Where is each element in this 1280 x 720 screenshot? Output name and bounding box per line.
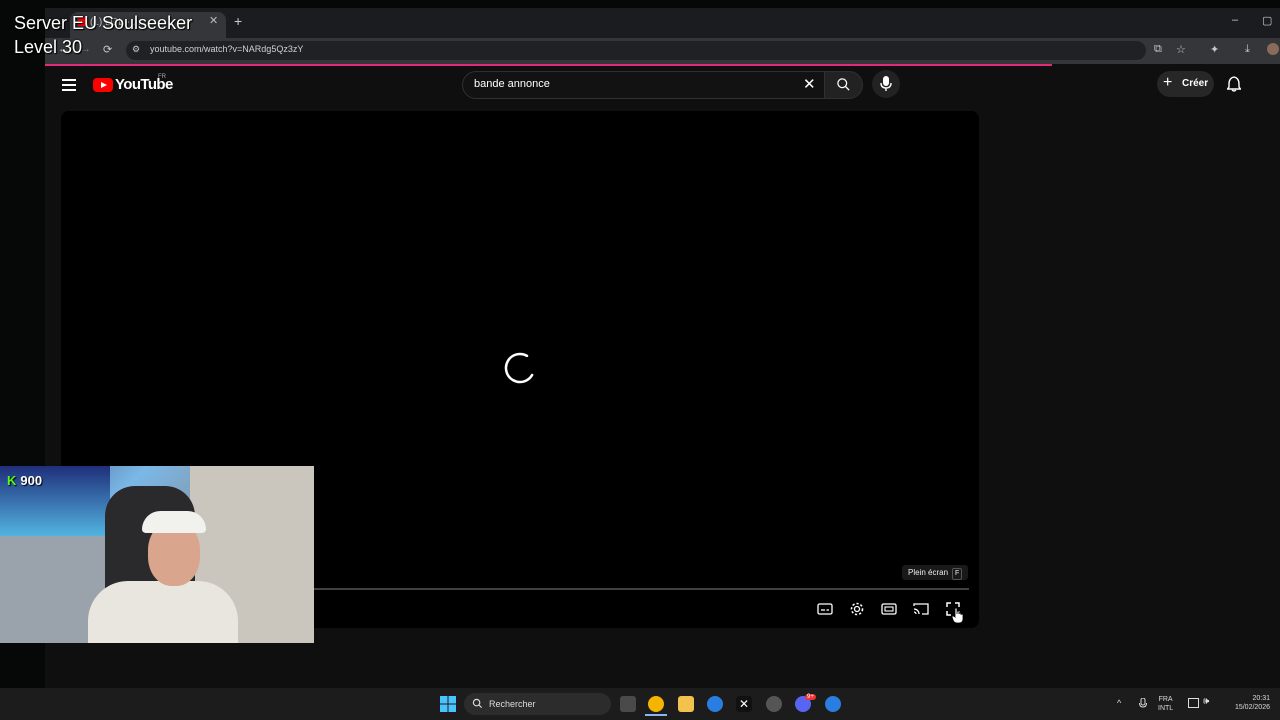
discord-notification-badge: 9+ [805,694,816,700]
site-info-icon[interactable]: ⚙ [132,44,140,55]
profile-avatar[interactable] [1267,43,1279,55]
kick-logo-icon: K [7,473,17,488]
subtitles-icon[interactable] [817,601,833,617]
language-code: FRA [1158,696,1173,703]
country-code: FR [158,74,166,80]
plus-icon: + [1163,74,1173,91]
tab-strip [45,8,1280,38]
taskbar-search[interactable] [464,693,611,715]
theater-mode-icon[interactable] [881,601,897,617]
webcam-person-hoodie [88,581,238,643]
tooltip-shortcut-key: F [952,568,963,580]
voice-search-button[interactable] [872,70,900,98]
clock-time: 20:31 [1252,695,1270,702]
network-icon[interactable] [1188,698,1199,708]
cast-icon[interactable] [913,601,929,617]
tab-close-icon[interactable]: ✕ [209,14,218,27]
desktop-background [0,0,1280,8]
taskbar-search-label: Rechercher [489,699,536,709]
kick-viewer-badge: K 900 [7,473,42,488]
video-progress-bar[interactable] [313,588,969,590]
fullscreen-tooltip: Plein écran F [902,565,969,580]
show-hidden-icons-icon[interactable]: ^ [1117,698,1121,708]
menu-icon[interactable] [62,79,76,94]
tooltip-label: Plein écran [908,568,949,577]
microphone-icon [880,76,892,91]
create-button-label: Créer [1182,78,1209,89]
bookmark-star-icon[interactable]: ☆ [1176,43,1186,56]
taskbar [0,688,1280,720]
language-indicator[interactable]: FRA INTL [1158,695,1173,713]
extensions-icon[interactable]: ✦ [1210,43,1219,56]
download-icon[interactable]: ⤓ [1245,43,1250,56]
app-icon-blue[interactable] [825,696,841,712]
loading-spinner-icon [504,352,534,384]
webcam-person-cap [142,511,206,533]
chrome-icon[interactable] [648,696,664,712]
clear-search-icon[interactable]: ✕ [803,75,816,93]
file-explorer-icon[interactable] [678,696,694,712]
taskbar-search-icon [472,698,483,709]
clock-date: 15/02/2026 [1234,704,1270,711]
chrome-active-indicator [645,714,667,716]
tray-microphone-icon[interactable] [1139,698,1147,710]
youtube-play-glyph [101,82,107,88]
reload-icon[interactable]: ⟳ [103,43,112,56]
webcam-overlay [0,466,314,643]
notifications-bell-icon[interactable] [1227,76,1241,92]
new-tab-icon[interactable]: + [234,13,242,29]
keyboard-layout: INTL [1158,705,1174,712]
capcut-icon[interactable]: ✕ [736,696,752,712]
hand-cursor-icon [951,607,964,624]
windows-start-icon[interactable] [440,696,456,712]
server-overlay-text: Server EU Soulseeker [14,13,193,33]
search-button[interactable] [824,71,863,99]
level-overlay-text: Level 30 [14,37,83,57]
clock[interactable]: 20:31 15/02/2026 [1222,694,1270,712]
minimize-icon[interactable]: – [1232,14,1238,26]
maximize-icon[interactable]: ▢ [1262,14,1272,27]
install-app-icon[interactable]: ⧉ [1154,43,1162,56]
url-text[interactable]: youtube.com/watch?v=NARdg5Qz3zY [150,44,303,54]
obs-icon[interactable] [766,696,782,712]
kick-count: 900 [20,473,43,488]
search-icon [837,78,850,91]
volume-icon[interactable]: 🕪 [1203,696,1209,707]
app-store-icon[interactable] [707,696,723,712]
settings-gear-icon[interactable] [849,601,865,617]
task-view-icon[interactable] [620,696,636,712]
search-query[interactable]: bande annonce [474,78,550,90]
